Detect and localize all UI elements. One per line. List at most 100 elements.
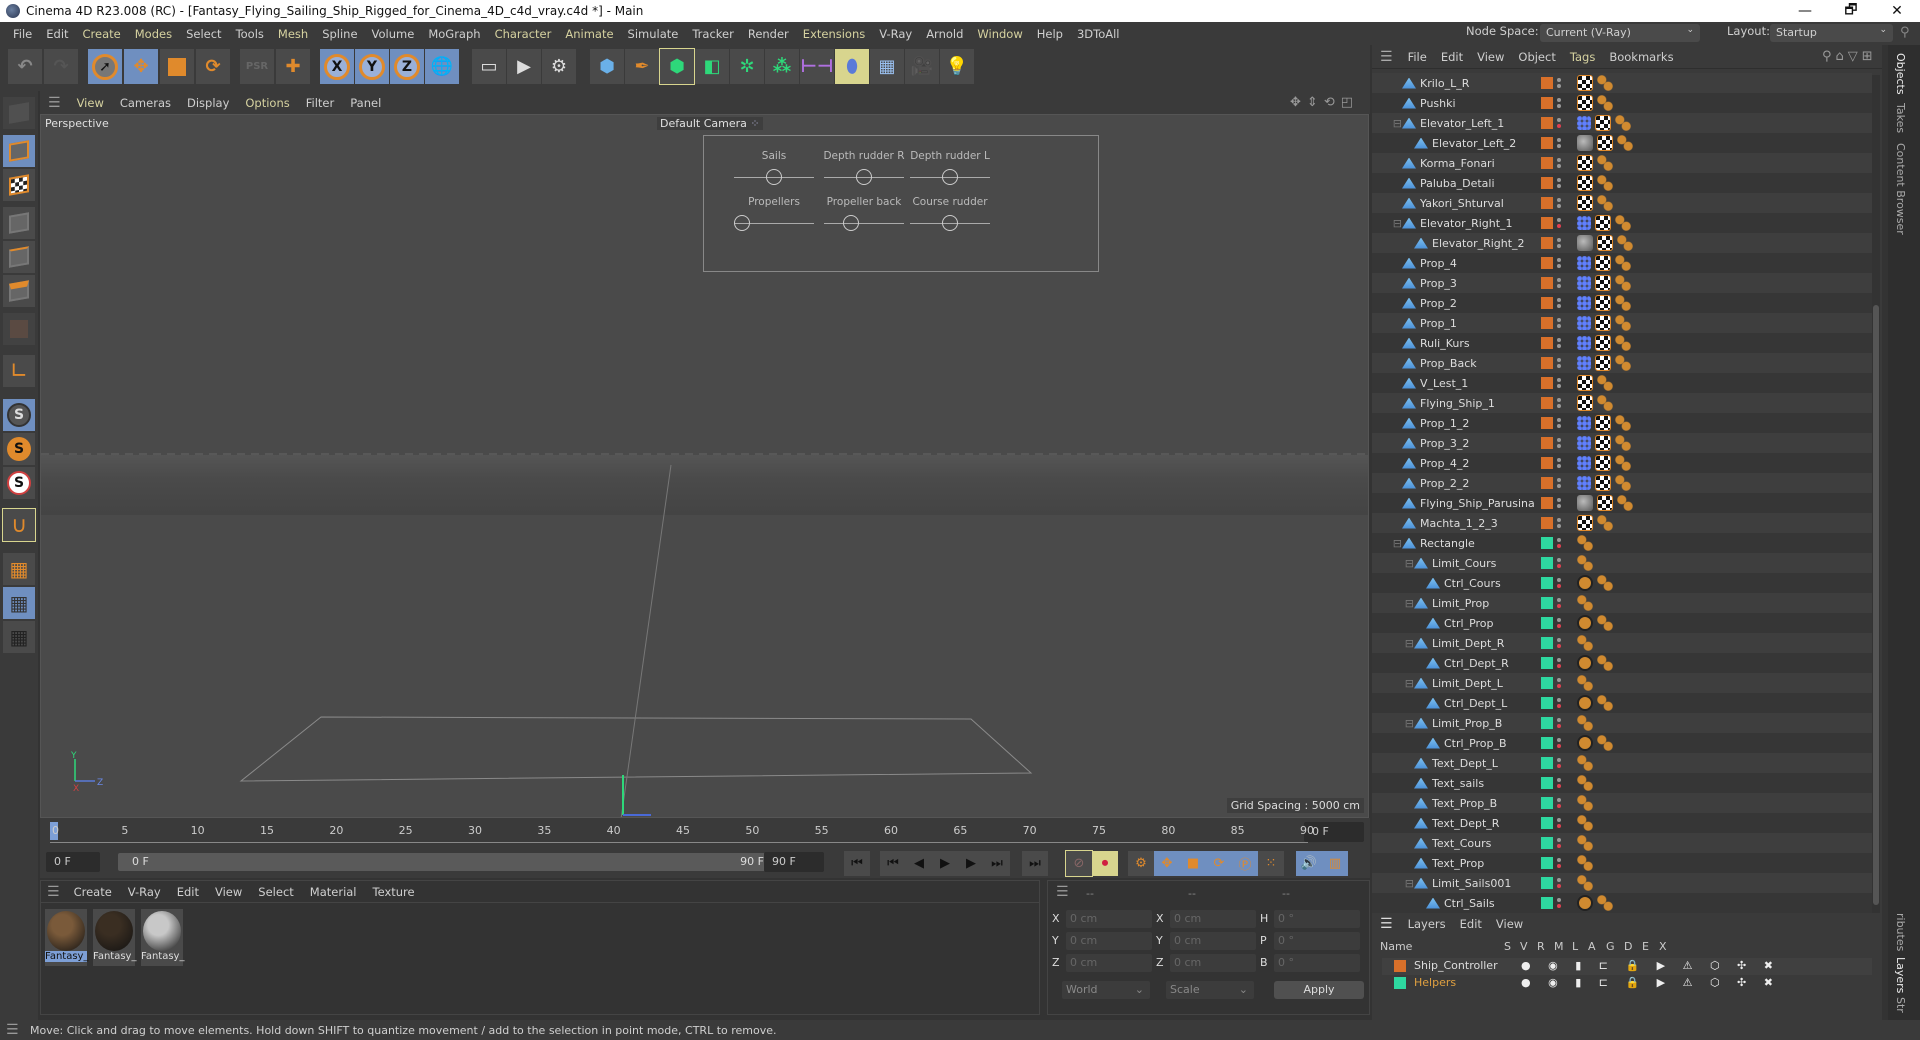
visibility-toggle[interactable] — [1557, 136, 1561, 150]
hamburger-icon[interactable]: ☰ — [1372, 49, 1401, 65]
array-button[interactable]: ⁂ — [765, 49, 799, 84]
axis-mode-button[interactable]: ∟ — [3, 355, 35, 387]
uvw-tag-icon[interactable] — [1577, 515, 1593, 531]
hamburger-icon[interactable]: ☰ — [40, 95, 69, 111]
visibility-toggle[interactable] — [1557, 696, 1561, 710]
layer-color-swatch[interactable] — [1541, 337, 1553, 349]
visibility-toggle[interactable] — [1557, 536, 1561, 550]
display-tag-icon[interactable] — [1597, 615, 1613, 631]
tree-indent[interactable]: ⊟ — [1372, 717, 1414, 730]
object-name[interactable]: Text_sails — [1432, 777, 1484, 790]
polygons-mode-button[interactable] — [3, 275, 35, 307]
minimize-button[interactable]: — — [1782, 0, 1828, 22]
tree-indent[interactable]: ⊟ — [1372, 557, 1414, 570]
edges-mode-button[interactable] — [3, 241, 35, 273]
display-tag-icon[interactable] — [1615, 255, 1631, 271]
uvw-tag-icon[interactable] — [1577, 95, 1593, 111]
hud-slider-knob[interactable] — [843, 215, 860, 231]
uvw-tag-icon[interactable] — [1597, 495, 1613, 511]
protection-tag-icon[interactable] — [1577, 615, 1593, 631]
tree-indent[interactable]: ⊟ — [1372, 117, 1402, 130]
layer-column-e[interactable]: E — [1642, 940, 1649, 953]
display-tag-icon[interactable] — [1615, 335, 1631, 351]
search-icon[interactable]: ⚲ — [1822, 49, 1836, 64]
prev-key-button[interactable]: ⏮ — [880, 851, 906, 876]
object-name[interactable]: Prop_2 — [1420, 297, 1457, 310]
visibility-toggle[interactable] — [1557, 336, 1561, 350]
layer-color-swatch[interactable] — [1541, 857, 1553, 869]
layer-column-v[interactable]: V — [1520, 940, 1528, 953]
object-name[interactable]: Limit_Dept_R — [1432, 637, 1504, 650]
object-row[interactable]: Korma_Fonari — [1372, 153, 1872, 199]
layer-color-swatch[interactable] — [1541, 697, 1553, 709]
display-tag-icon[interactable] — [1577, 835, 1593, 851]
uvw-tag-icon[interactable] — [1577, 155, 1593, 171]
hud-slider-knob[interactable] — [766, 169, 782, 185]
object-name[interactable]: Krilo_L_R — [1420, 77, 1469, 90]
object-row[interactable]: Machta_1_2_3 — [1372, 513, 1872, 559]
play-button[interactable]: ▶ — [932, 851, 958, 876]
display-tag-icon[interactable] — [1577, 555, 1593, 571]
display-tag-icon[interactable] — [1577, 715, 1593, 731]
material-swatch[interactable]: Fantasy_ — [93, 909, 136, 966]
display-tag-icon[interactable] — [1597, 375, 1613, 391]
uvw-tag-icon[interactable] — [1595, 315, 1611, 331]
display-tag-icon[interactable] — [1615, 275, 1631, 291]
snap-button[interactable]: S — [3, 399, 35, 431]
layer-color-swatch[interactable] — [1541, 757, 1553, 769]
visibility-toggle[interactable] — [1557, 576, 1561, 590]
display-tag-icon[interactable] — [1577, 775, 1593, 791]
visibility-toggle[interactable] — [1557, 716, 1561, 730]
visibility-toggle[interactable] — [1557, 616, 1561, 630]
uvw-tag-icon[interactable] — [1577, 175, 1593, 191]
layer-menu-edit[interactable]: Edit — [1453, 917, 1489, 931]
layer-color-swatch[interactable] — [1541, 557, 1553, 569]
visibility-toggle[interactable] — [1557, 636, 1561, 650]
ik-tag-icon[interactable] — [1577, 296, 1591, 310]
display-tag-icon[interactable] — [1597, 575, 1613, 591]
layer-color-swatch[interactable] — [1541, 197, 1553, 209]
home-icon[interactable]: ⌂ — [1836, 49, 1848, 64]
ik-tag-icon[interactable] — [1577, 256, 1591, 270]
visibility-toggle[interactable] — [1557, 596, 1561, 610]
object-name[interactable]: Flying_Ship_Parusina — [1420, 497, 1535, 510]
make-editable-button[interactable] — [3, 97, 35, 129]
hud-control-course-rudder[interactable]: Course rudder — [890, 196, 1010, 234]
menu-character[interactable]: Character — [488, 27, 559, 41]
node-space-dropdown[interactable]: Current (V-Ray) ⌄ — [1540, 24, 1700, 42]
display-tag-icon[interactable] — [1617, 135, 1633, 151]
layer-color-swatch[interactable] — [1541, 237, 1553, 249]
hud-slider-track[interactable] — [890, 166, 1010, 188]
hud-slider-knob[interactable] — [942, 215, 958, 231]
menu-tracker[interactable]: Tracker — [685, 27, 741, 41]
uvw-tag-icon[interactable] — [1595, 255, 1611, 271]
object-row[interactable]: ⊟ Limit_Dept_L — [1372, 673, 1872, 693]
layer-color-swatch[interactable] — [1541, 477, 1553, 489]
menu-arnold[interactable]: Arnold — [919, 27, 970, 41]
display-tag-icon[interactable] — [1615, 475, 1631, 491]
layer-color-swatch[interactable] — [1541, 717, 1553, 729]
select-tool-button[interactable]: ➚ — [88, 49, 122, 84]
object-name[interactable]: Elevator_Right_2 — [1432, 237, 1525, 250]
camera-label[interactable]: Default Camera ⁘ — [657, 117, 763, 130]
ik-tag-icon[interactable] — [1577, 216, 1591, 230]
workplane-button[interactable]: ▦ — [3, 553, 35, 585]
menu-extensions[interactable]: Extensions — [796, 27, 872, 41]
material-swatch[interactable]: Fantasy_ — [141, 909, 184, 966]
maximize-view-icon[interactable]: ◰ — [1341, 95, 1353, 110]
object-row[interactable]: Prop_1 — [1372, 313, 1872, 359]
hud-control-depth-rudder-l[interactable]: Depth rudder L — [890, 150, 1010, 188]
visibility-toggle[interactable] — [1557, 356, 1561, 370]
object-row[interactable]: ⊟ Limit_Cours — [1372, 553, 1872, 573]
tab-layers[interactable]: Layers — [1894, 957, 1907, 993]
coordinate-field[interactable]: 0 ° — [1274, 932, 1360, 950]
object-name[interactable]: Flying_Ship_1 — [1420, 397, 1495, 410]
layer-color-swatch[interactable] — [1541, 617, 1553, 629]
protection-tag-icon[interactable] — [1577, 895, 1593, 911]
visibility-toggle[interactable] — [1557, 896, 1561, 910]
object-name[interactable]: Pushki — [1420, 97, 1456, 110]
layer-color-swatch[interactable] — [1541, 897, 1553, 909]
extrude-button[interactable]: ◧ — [695, 49, 729, 84]
object-row[interactable]: Text_sails — [1372, 773, 1872, 793]
tree-indent[interactable]: ⊟ — [1372, 637, 1414, 650]
